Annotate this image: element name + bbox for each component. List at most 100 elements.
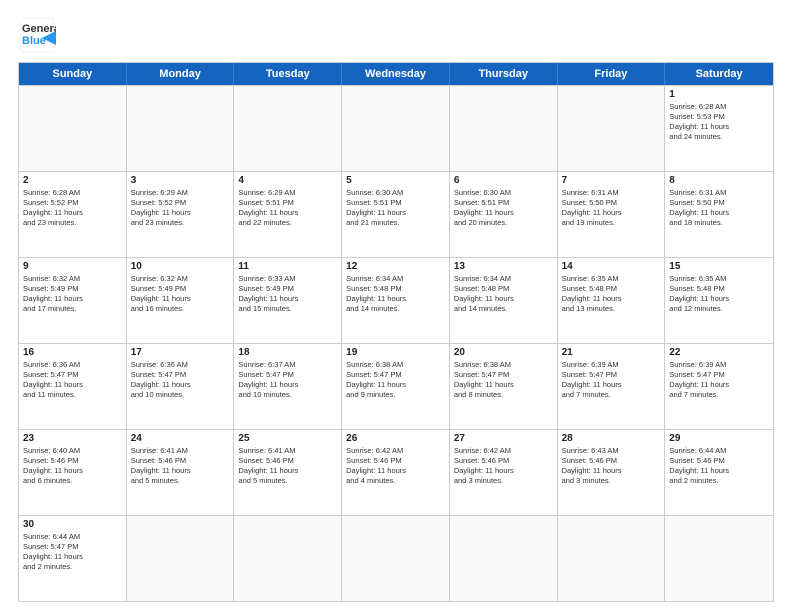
calendar-cell: 21 Sunrise: 6:39 AM Sunset: 5:47 PM Dayli… bbox=[558, 344, 666, 429]
calendar-cell bbox=[127, 86, 235, 171]
calendar-cell: 22 Sunrise: 6:39 AM Sunset: 5:47 PM Dayli… bbox=[665, 344, 773, 429]
calendar-row-1: 2 Sunrise: 6:28 AM Sunset: 5:52 PM Daylig… bbox=[19, 171, 773, 257]
cell-sun-info: Sunrise: 6:37 AM Sunset: 5:47 PM Dayligh… bbox=[238, 360, 337, 401]
cell-sun-info: Sunrise: 6:38 AM Sunset: 5:47 PM Dayligh… bbox=[454, 360, 553, 401]
cell-date-number: 16 bbox=[23, 347, 122, 358]
cell-sun-info: Sunrise: 6:34 AM Sunset: 5:48 PM Dayligh… bbox=[346, 274, 445, 315]
cell-date-number: 4 bbox=[238, 175, 337, 186]
cell-date-number: 6 bbox=[454, 175, 553, 186]
calendar-cell: 7Sunrise: 6:31 AM Sunset: 5:50 PM Daylig… bbox=[558, 172, 666, 257]
calendar-cell bbox=[234, 516, 342, 601]
svg-text:General: General bbox=[22, 23, 56, 35]
cell-date-number: 15 bbox=[669, 261, 769, 272]
cell-sun-info: Sunrise: 6:36 AM Sunset: 5:47 PM Dayligh… bbox=[23, 360, 122, 401]
calendar-cell: 24Sunrise: 6:41 AM Sunset: 5:46 PM Dayli… bbox=[127, 430, 235, 515]
cell-date-number: 11 bbox=[238, 261, 337, 272]
calendar-row-0: 1Sunrise: 6:28 AM Sunset: 5:53 PM Daylig… bbox=[19, 85, 773, 171]
calendar-cell: 15 Sunrise: 6:35 AM Sunset: 5:48 PM Dayli… bbox=[665, 258, 773, 343]
calendar-cell bbox=[450, 86, 558, 171]
svg-text:Blue: Blue bbox=[22, 35, 46, 47]
day-header-friday: Friday bbox=[558, 63, 666, 85]
calendar-cell: 5 Sunrise: 6:30 AM Sunset: 5:51 PM Daylig… bbox=[342, 172, 450, 257]
calendar-cell bbox=[665, 516, 773, 601]
calendar-cell: 18 Sunrise: 6:37 AM Sunset: 5:47 PM Dayli… bbox=[234, 344, 342, 429]
calendar-cell: 8Sunrise: 6:31 AM Sunset: 5:50 PM Daylig… bbox=[665, 172, 773, 257]
cell-date-number: 19 bbox=[346, 347, 445, 358]
cell-sun-info: Sunrise: 6:29 AM Sunset: 5:52 PM Dayligh… bbox=[131, 188, 230, 229]
calendar-cell: 10 Sunrise: 6:32 AM Sunset: 5:49 PM Dayli… bbox=[127, 258, 235, 343]
cell-date-number: 7 bbox=[562, 175, 661, 186]
cell-sun-info: Sunrise: 6:32 AM Sunset: 5:49 PM Dayligh… bbox=[131, 274, 230, 315]
cell-date-number: 18 bbox=[238, 347, 337, 358]
calendar-cell: 1Sunrise: 6:28 AM Sunset: 5:53 PM Daylig… bbox=[665, 86, 773, 171]
cell-date-number: 28 bbox=[562, 433, 661, 444]
header: General Blue bbox=[18, 16, 774, 54]
cell-sun-info: Sunrise: 6:30 AM Sunset: 5:51 PM Dayligh… bbox=[346, 188, 445, 229]
calendar-body: 1Sunrise: 6:28 AM Sunset: 5:53 PM Daylig… bbox=[19, 85, 773, 601]
calendar-cell bbox=[234, 86, 342, 171]
calendar-row-2: 9Sunrise: 6:32 AM Sunset: 5:49 PM Daylig… bbox=[19, 257, 773, 343]
cell-date-number: 5 bbox=[346, 175, 445, 186]
logo-area: General Blue bbox=[18, 16, 56, 54]
cell-date-number: 29 bbox=[669, 433, 769, 444]
calendar-cell: 26 Sunrise: 6:42 AM Sunset: 5:46 PM Dayli… bbox=[342, 430, 450, 515]
day-header-sunday: Sunday bbox=[19, 63, 127, 85]
calendar: SundayMondayTuesdayWednesdayThursdayFrid… bbox=[18, 62, 774, 602]
cell-sun-info: Sunrise: 6:35 AM Sunset: 5:48 PM Dayligh… bbox=[669, 274, 769, 315]
cell-sun-info: Sunrise: 6:43 AM Sunset: 5:46 PM Dayligh… bbox=[562, 446, 661, 487]
calendar-cell bbox=[19, 86, 127, 171]
cell-date-number: 10 bbox=[131, 261, 230, 272]
cell-date-number: 20 bbox=[454, 347, 553, 358]
calendar-cell: 12 Sunrise: 6:34 AM Sunset: 5:48 PM Dayli… bbox=[342, 258, 450, 343]
calendar-cell: 6Sunrise: 6:30 AM Sunset: 5:51 PM Daylig… bbox=[450, 172, 558, 257]
cell-sun-info: Sunrise: 6:34 AM Sunset: 5:48 PM Dayligh… bbox=[454, 274, 553, 315]
cell-date-number: 25 bbox=[238, 433, 337, 444]
cell-sun-info: Sunrise: 6:39 AM Sunset: 5:47 PM Dayligh… bbox=[669, 360, 769, 401]
cell-date-number: 22 bbox=[669, 347, 769, 358]
calendar-cell: 27Sunrise: 6:42 AM Sunset: 5:46 PM Dayli… bbox=[450, 430, 558, 515]
cell-sun-info: Sunrise: 6:44 AM Sunset: 5:46 PM Dayligh… bbox=[669, 446, 769, 487]
cell-date-number: 30 bbox=[23, 519, 122, 530]
calendar-cell: 3Sunrise: 6:29 AM Sunset: 5:52 PM Daylig… bbox=[127, 172, 235, 257]
day-header-thursday: Thursday bbox=[450, 63, 558, 85]
calendar-cell: 23Sunrise: 6:40 AM Sunset: 5:46 PM Dayli… bbox=[19, 430, 127, 515]
cell-date-number: 13 bbox=[454, 261, 553, 272]
cell-date-number: 21 bbox=[562, 347, 661, 358]
calendar-cell: 25 Sunrise: 6:41 AM Sunset: 5:46 PM Dayli… bbox=[234, 430, 342, 515]
cell-date-number: 17 bbox=[131, 347, 230, 358]
calendar-cell: 4Sunrise: 6:29 AM Sunset: 5:51 PM Daylig… bbox=[234, 172, 342, 257]
calendar-cell bbox=[558, 86, 666, 171]
cell-sun-info: Sunrise: 6:35 AM Sunset: 5:48 PM Dayligh… bbox=[562, 274, 661, 315]
day-header-monday: Monday bbox=[127, 63, 235, 85]
day-header-tuesday: Tuesday bbox=[234, 63, 342, 85]
cell-sun-info: Sunrise: 6:32 AM Sunset: 5:49 PM Dayligh… bbox=[23, 274, 122, 315]
cell-sun-info: Sunrise: 6:36 AM Sunset: 5:47 PM Dayligh… bbox=[131, 360, 230, 401]
cell-sun-info: Sunrise: 6:44 AM Sunset: 5:47 PM Dayligh… bbox=[23, 532, 122, 573]
cell-sun-info: Sunrise: 6:39 AM Sunset: 5:47 PM Dayligh… bbox=[562, 360, 661, 401]
cell-sun-info: Sunrise: 6:41 AM Sunset: 5:46 PM Dayligh… bbox=[238, 446, 337, 487]
page: General Blue SundayMondayTuesdayWednesda… bbox=[0, 0, 792, 612]
cell-date-number: 12 bbox=[346, 261, 445, 272]
calendar-row-4: 23Sunrise: 6:40 AM Sunset: 5:46 PM Dayli… bbox=[19, 429, 773, 515]
calendar-cell: 13 Sunrise: 6:34 AM Sunset: 5:48 PM Dayli… bbox=[450, 258, 558, 343]
calendar-cell: 29 Sunrise: 6:44 AM Sunset: 5:46 PM Dayli… bbox=[665, 430, 773, 515]
calendar-cell: 28 Sunrise: 6:43 AM Sunset: 5:46 PM Dayli… bbox=[558, 430, 666, 515]
calendar-cell: 17 Sunrise: 6:36 AM Sunset: 5:47 PM Dayli… bbox=[127, 344, 235, 429]
calendar-row-3: 16 Sunrise: 6:36 AM Sunset: 5:47 PM Dayli… bbox=[19, 343, 773, 429]
cell-date-number: 26 bbox=[346, 433, 445, 444]
cell-sun-info: Sunrise: 6:41 AM Sunset: 5:46 PM Dayligh… bbox=[131, 446, 230, 487]
cell-sun-info: Sunrise: 6:31 AM Sunset: 5:50 PM Dayligh… bbox=[669, 188, 769, 229]
cell-sun-info: Sunrise: 6:42 AM Sunset: 5:46 PM Dayligh… bbox=[346, 446, 445, 487]
cell-date-number: 1 bbox=[669, 89, 769, 100]
cell-date-number: 14 bbox=[562, 261, 661, 272]
calendar-cell: 9Sunrise: 6:32 AM Sunset: 5:49 PM Daylig… bbox=[19, 258, 127, 343]
calendar-header: SundayMondayTuesdayWednesdayThursdayFrid… bbox=[19, 63, 773, 85]
cell-date-number: 27 bbox=[454, 433, 553, 444]
cell-sun-info: Sunrise: 6:28 AM Sunset: 5:52 PM Dayligh… bbox=[23, 188, 122, 229]
cell-date-number: 2 bbox=[23, 175, 122, 186]
calendar-cell: 16 Sunrise: 6:36 AM Sunset: 5:47 PM Dayli… bbox=[19, 344, 127, 429]
cell-sun-info: Sunrise: 6:40 AM Sunset: 5:46 PM Dayligh… bbox=[23, 446, 122, 487]
day-header-wednesday: Wednesday bbox=[342, 63, 450, 85]
calendar-cell: 30 Sunrise: 6:44 AM Sunset: 5:47 PM Dayli… bbox=[19, 516, 127, 601]
day-header-saturday: Saturday bbox=[665, 63, 773, 85]
